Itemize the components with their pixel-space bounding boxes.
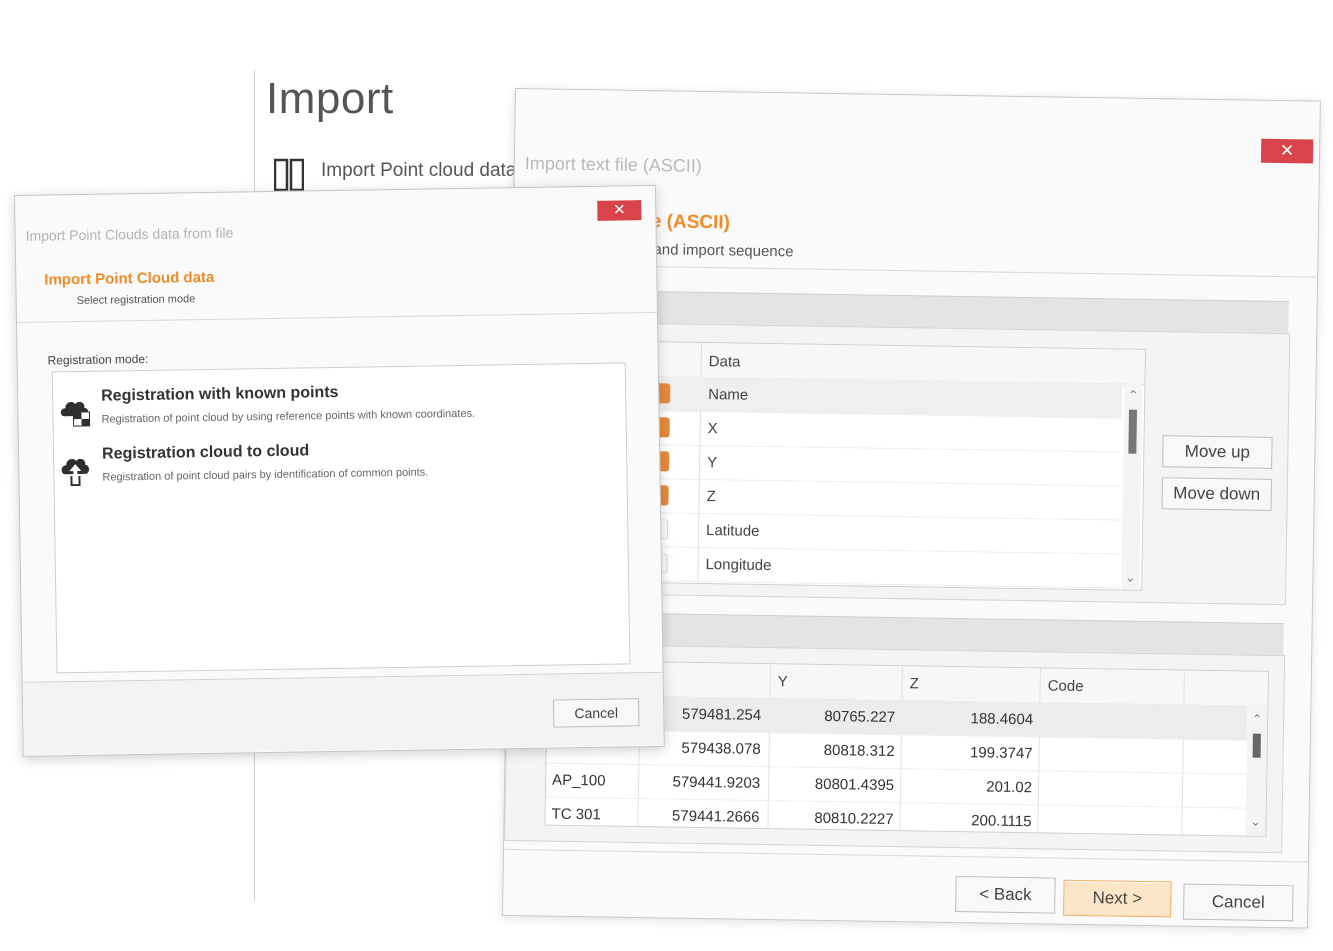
cell-z: 201.02 [986, 778, 1033, 797]
back-button[interactable]: < Back [955, 876, 1056, 914]
preview-column-z[interactable]: Z [910, 675, 919, 692]
preview-column-y[interactable]: Y [778, 673, 788, 690]
ascii-close-button[interactable]: ✕ [1260, 138, 1314, 164]
cloud-checker-icon [60, 401, 91, 427]
field-row[interactable]: Longitude [639, 546, 1120, 589]
ascii-dialog-window-title: Import text file (ASCII) [524, 153, 703, 176]
scroll-up-icon[interactable]: ⌃ [1124, 388, 1142, 404]
pc-cancel-button[interactable]: Cancel [552, 698, 640, 728]
scroll-down-icon[interactable]: ⌄ [1121, 570, 1139, 586]
cell-z: 188.4604 [970, 710, 1034, 729]
move-up-button[interactable]: Move up [1162, 435, 1273, 469]
scrollbar-thumb[interactable] [1252, 733, 1261, 758]
field-label: Latitude [705, 522, 760, 540]
import-point-cloud-link[interactable]: Import Point cloud data f [321, 160, 527, 182]
option-title: Registration cloud to cloud [101, 442, 310, 463]
fields-column-data[interactable]: Data [709, 353, 741, 370]
field-label: X [707, 420, 718, 438]
cell-y: 80765.227 [824, 707, 896, 727]
move-down-button[interactable]: Move down [1161, 477, 1272, 511]
option-title: Registration with known points [101, 383, 339, 405]
option-description: Registration of point cloud by using ref… [101, 407, 476, 426]
cell-x: 579441.2666 [671, 807, 760, 826]
cell-y: 80801.4395 [814, 775, 895, 795]
registration-mode-label: Registration mode: [47, 351, 149, 368]
cell-z: 199.3747 [969, 744, 1033, 763]
divider [16, 311, 657, 323]
scrollbar-thumb[interactable] [1128, 409, 1138, 454]
pc-close-button[interactable]: ✕ [597, 200, 642, 221]
field-label: Name [708, 386, 749, 404]
option-known-points[interactable]: Registration with known points Registrat… [53, 369, 626, 436]
option-cloud-to-cloud[interactable]: Registration cloud to cloud Registration… [54, 429, 627, 496]
pc-dialog-window-title: Import Point Clouds data from file [25, 224, 234, 244]
scroll-down-icon[interactable]: ⌄ [1245, 814, 1265, 830]
ascii-dialog-subheading: ds and import sequence [633, 240, 794, 261]
ascii-cancel-button[interactable]: Cancel [1183, 883, 1294, 922]
cell-name: TC 301 [551, 805, 601, 824]
cell-name: AP_100 [551, 771, 606, 790]
field-label: Y [707, 454, 718, 472]
cloud-upload-icon [61, 458, 90, 487]
point-cloud-panels-icon[interactable] [274, 158, 304, 192]
cell-x: 579441.9203 [672, 773, 761, 792]
field-label: Z [706, 488, 716, 506]
option-description: Registration of point cloud pairs by ide… [102, 466, 429, 484]
preview-column-code[interactable]: Code [1048, 677, 1084, 695]
registration-mode-list: Registration with known points Registrat… [51, 362, 631, 674]
pc-dialog-heading: Import Point Cloud data [44, 268, 215, 289]
fields-table: Data Name X Y Z Latitude Longitude ⌃ ⌄ [638, 341, 1146, 591]
next-button[interactable]: Next > [1063, 879, 1172, 918]
cell-z: 200.1115 [971, 812, 1032, 831]
field-label: Longitude [705, 556, 772, 575]
page-title: Import [266, 74, 394, 123]
pc-dialog-subheading: Select registration mode [76, 293, 196, 308]
cell-y: 80818.312 [823, 741, 895, 761]
point-cloud-dialog: Import Point Clouds data from file ✕ Imp… [14, 184, 665, 757]
cell-y: 80810.2227 [814, 809, 894, 829]
scroll-up-icon[interactable]: ⌃ [1247, 712, 1267, 728]
